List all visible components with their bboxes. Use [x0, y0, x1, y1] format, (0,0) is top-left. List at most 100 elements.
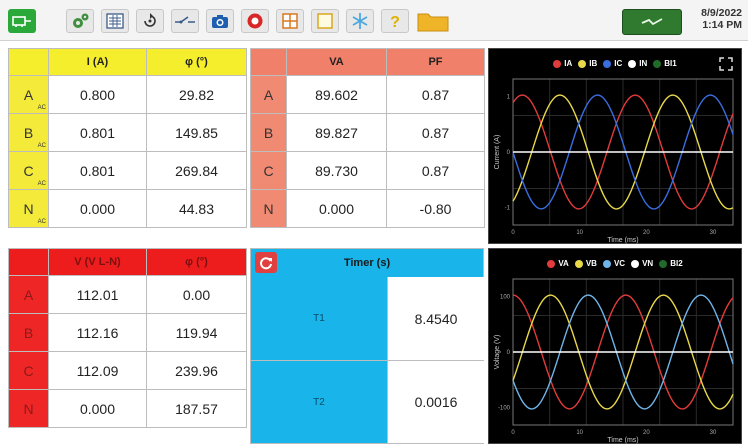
table-row: N 0.000 -0.80: [250, 189, 485, 228]
table-row: N 0.000 187.57: [8, 389, 247, 428]
power-table: VA PF A 89.602 0.87 B 89.827 0.87 C 89.7…: [250, 48, 485, 228]
channel-label: A AC: [8, 75, 49, 114]
channel-label: C: [8, 351, 49, 390]
settings-icon[interactable]: [66, 9, 94, 33]
channel-label: A: [8, 275, 49, 314]
table-row: B AC 0.801 149.85: [8, 113, 247, 152]
current-value[interactable]: 0.801: [48, 113, 147, 152]
x-tick-label: 20: [643, 430, 650, 436]
folder-icon[interactable]: [416, 9, 450, 33]
x-axis-label: Time (ms): [607, 437, 638, 444]
x-tick-label: 10: [576, 230, 583, 236]
channel-label: C AC: [8, 151, 49, 190]
phase-value[interactable]: 269.84: [146, 151, 247, 190]
output-toggle-button[interactable]: [622, 9, 682, 35]
current-header-magnitude: I (A): [48, 48, 147, 76]
timer-value-t2: 0.0016: [387, 361, 484, 443]
channel-label: N: [8, 389, 49, 428]
channel-label: B: [8, 313, 49, 352]
timer-panel: Timer (s) T1 8.4540 T2 0.0016: [250, 248, 484, 444]
voltage-waveform-plot: Voltage (V) Time (ms) 100 0 -100 0 10 20 30: [494, 278, 734, 444]
time-text: 1:14 PM: [702, 19, 742, 31]
switch-icon[interactable]: [171, 9, 199, 33]
current-value[interactable]: 0.801: [48, 151, 147, 190]
refresh-icon: [260, 256, 272, 269]
datetime: 8/9/2022 1:14 PM: [701, 7, 742, 31]
calculator-icon[interactable]: [101, 9, 129, 33]
y-tick-label: 100: [500, 295, 511, 301]
phase-value[interactable]: 29.82: [146, 75, 247, 114]
record-icon[interactable]: [241, 9, 269, 33]
x-tick-label: 30: [710, 430, 717, 436]
channel-label: N AC: [8, 189, 49, 228]
current-waveform-chart[interactable]: IA IB IC IN BI1 Current (A) Time (ms) 1 0 -1 0 10 2…: [488, 48, 742, 244]
voltage-waveform-chart[interactable]: VA VB VC VN BI2 Voltage (V) Time (ms) 100 0 -100…: [488, 248, 742, 444]
channel-label: C: [250, 151, 287, 190]
y-tick-label: 0: [507, 350, 511, 356]
voltage-value[interactable]: 112.09: [48, 351, 147, 390]
va-value[interactable]: 89.602: [286, 75, 387, 114]
va-value[interactable]: 89.730: [286, 151, 387, 190]
x-tick-label: 0: [511, 230, 515, 236]
y-axis-label: Current (A): [494, 135, 501, 170]
voltage-header-magnitude: V (V L-N): [48, 248, 147, 276]
table-row: C 89.730 0.87: [250, 151, 485, 190]
table-row: C 112.09 239.96: [8, 351, 247, 390]
channel-label: A: [250, 75, 287, 114]
current-value[interactable]: 0.000: [48, 189, 147, 228]
pf-value[interactable]: 0.87: [386, 151, 485, 190]
current-waveform-plot: Current (A)Time (ms)10-10 10 20 30: [494, 78, 734, 244]
voltage-value[interactable]: 112.01: [48, 275, 147, 314]
svg-text:?: ?: [390, 14, 400, 30]
grid-icon[interactable]: [276, 9, 304, 33]
timer-label-t2: T2: [251, 361, 387, 443]
phase-value[interactable]: 149.85: [146, 113, 247, 152]
pf-value[interactable]: -0.80: [386, 189, 485, 228]
x-tick-label: 0: [511, 430, 515, 436]
channel-label: N: [250, 189, 287, 228]
timer-value-t1: 8.4540: [387, 277, 484, 361]
y-axis-label: Voltage (V): [494, 335, 501, 370]
rotate-icon[interactable]: [136, 9, 164, 33]
window-icon[interactable]: [311, 9, 339, 33]
table-row: A 89.602 0.87: [250, 75, 485, 114]
va-value[interactable]: 89.827: [286, 113, 387, 152]
current-value[interactable]: 0.800: [48, 75, 147, 114]
x-tick-label: 10: [576, 430, 583, 436]
va-value[interactable]: 0.000: [286, 189, 387, 228]
phase-value[interactable]: 44.83: [146, 189, 247, 228]
voltage-header-phase: φ (°): [146, 248, 247, 276]
voltage-value[interactable]: 112.16: [48, 313, 147, 352]
pf-value[interactable]: 0.87: [386, 113, 485, 152]
table-row: B 112.16 119.94: [8, 313, 247, 352]
timer-header: Timer (s): [251, 249, 483, 277]
power-header-pf: PF: [386, 48, 485, 76]
pf-value[interactable]: 0.87: [386, 75, 485, 114]
timer-title: Timer (s): [343, 257, 391, 269]
table-row: A 112.01 0.00: [8, 275, 247, 314]
current-table: I (A) φ (°) A AC 0.800 29.82 B AC 0.801 14…: [8, 48, 247, 228]
voltage-table: V (V L-N) φ (°) A 112.01 0.00 B 112.16 1…: [8, 248, 247, 428]
timer-reset-button[interactable]: [255, 252, 277, 273]
phase-value[interactable]: 187.57: [146, 389, 247, 428]
phase-value[interactable]: 119.94: [146, 313, 247, 352]
channel-label: B AC: [8, 113, 49, 152]
power-header-corner: [250, 48, 287, 76]
help-icon[interactable]: ?: [381, 9, 409, 33]
phase-value[interactable]: 239.96: [146, 351, 247, 390]
x-tick-label: 30: [710, 230, 717, 236]
timer-label-t1: T1: [251, 277, 387, 361]
snowflake-icon[interactable]: [346, 9, 374, 33]
y-tick-label: 0: [507, 150, 511, 156]
phase-value[interactable]: 0.00: [146, 275, 247, 314]
y-tick-label: -1: [505, 205, 511, 211]
voltage-value[interactable]: 0.000: [48, 389, 147, 428]
table-row: C AC 0.801 269.84: [8, 151, 247, 190]
current-header-corner: [8, 48, 49, 76]
current-header-phase: φ (°): [146, 48, 247, 76]
x-axis-label: Time (ms): [607, 237, 638, 244]
table-row: B 89.827 0.87: [250, 113, 485, 152]
camera-icon[interactable]: [206, 9, 234, 33]
voltage-header-corner: [8, 248, 49, 276]
app-logo-icon[interactable]: [8, 9, 36, 33]
